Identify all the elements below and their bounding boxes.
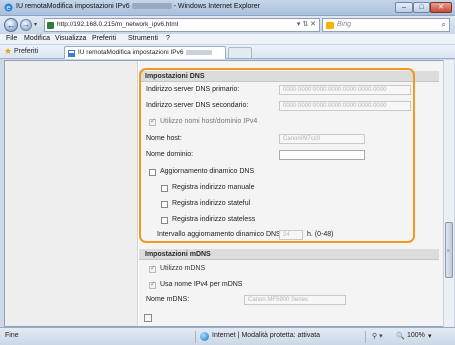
page-icon	[47, 22, 54, 29]
dns-primary-input[interactable]: 0000:0000:0000:0000:0000:0000:0000	[279, 85, 411, 95]
use-ipv4-mdns-label: Usa nome IPv4 per mDNS	[160, 281, 243, 288]
register-manual-label: Registra indirizzo manuale	[172, 184, 255, 191]
use-mdns-label: Utilizzo mDNS	[160, 265, 206, 272]
dns-secondary-input[interactable]: 0000:0000:0000:0000:0000:0000:0000	[279, 101, 411, 111]
status-text: Fine	[5, 332, 19, 339]
menu-help[interactable]: ?	[166, 35, 170, 42]
use-ipv4-host-label: Utilizzo nomi host/dominio IPv4	[160, 118, 258, 125]
menu-strumenti[interactable]: Strumenti	[128, 35, 158, 42]
redacted-block	[131, 3, 172, 10]
register-stateful-checkbox[interactable]	[161, 201, 168, 208]
close-button[interactable]: ✕	[430, 2, 452, 13]
mdns-name-label: Nome mDNS:	[146, 296, 190, 303]
status-bar: Fine Internet | Modalità protetta: attiv…	[0, 327, 455, 345]
register-stateless-checkbox[interactable]	[161, 217, 168, 224]
use-ipv4-host-checkbox[interactable]	[149, 117, 156, 126]
domain-name-label: Nome dominio:	[146, 151, 194, 158]
menu-preferiti[interactable]: Preferiti	[92, 35, 116, 42]
menu-visualizza[interactable]: Visualizza	[55, 35, 86, 42]
internet-zone-icon	[200, 332, 209, 341]
history-dropdown-icon[interactable]: ▾	[34, 21, 37, 28]
page-content: Impostazioni DNS Indirizzo server DNS pr…	[4, 60, 444, 327]
favorites-bar: ★ Preferiti IU remotaModifica impostazio…	[0, 45, 455, 59]
status-separator	[195, 331, 196, 343]
menu-modifica[interactable]: Modifica	[24, 35, 50, 42]
zoom-level[interactable]: 100%	[407, 332, 425, 339]
svg-text:e: e	[6, 4, 10, 12]
address-row: ← → ▾ http://192.168.0.215/m_network_ipv…	[0, 16, 455, 34]
menu-bar: File Modifica Visualizza Preferiti Strum…	[0, 34, 455, 45]
search-icon[interactable]: ⌕	[442, 20, 446, 30]
favorites-star-icon[interactable]: ★	[4, 46, 12, 57]
dns-interval-input[interactable]: 24	[279, 230, 303, 240]
address-url[interactable]: http://192.168.0.215/m_network_ipv6.html	[57, 21, 178, 28]
search-placeholder[interactable]: Bing	[337, 21, 351, 28]
title-bar: e IU remotaModifica impostazioni IPv6- W…	[0, 0, 455, 16]
dns-interval-unit: h. (0-48)	[307, 231, 334, 238]
menu-file[interactable]: File	[6, 35, 17, 42]
dns-section-header: Impostazioni DNS	[139, 71, 439, 82]
host-name-input[interactable]: Canon097cc0	[279, 134, 365, 144]
search-box[interactable]: Bing ⌕	[322, 18, 450, 32]
ie-favicon-icon: e	[4, 3, 13, 12]
page-top-icon[interactable]	[144, 314, 152, 322]
dynamic-dns-label: Aggiornamento dinamico DNS	[160, 168, 255, 175]
use-mdns-checkbox[interactable]	[149, 264, 156, 273]
register-stateful-label: Registra indirizzo stateful	[172, 200, 251, 207]
register-manual-checkbox[interactable]	[161, 185, 168, 192]
tab-current[interactable]: IU remotaModifica impostazioni IPv6	[64, 46, 226, 59]
address-tools-icon[interactable]: ▾ ⇅ ✕	[297, 20, 316, 28]
redacted-block	[185, 49, 212, 55]
back-button[interactable]: ←	[4, 18, 18, 32]
scrollbar-grip-icon: ≡	[447, 248, 450, 254]
dns-interval-label: Intervallo aggiornamento dinamico DNS:	[157, 231, 283, 238]
dns-secondary-label: Indirizzo server DNS secondario:	[146, 102, 249, 109]
minimize-button[interactable]: –	[395, 2, 413, 13]
left-navigation-pane	[5, 61, 138, 326]
address-bar[interactable]: http://192.168.0.215/m_network_ipv6.html…	[44, 18, 320, 32]
tab-favicon-icon	[68, 50, 75, 57]
dns-primary-label: Indirizzo server DNS primario:	[146, 86, 240, 93]
register-stateless-label: Registra indirizzo stateless	[172, 216, 256, 223]
new-tab-button[interactable]	[228, 47, 252, 58]
zoom-icon[interactable]: 🔍	[396, 332, 405, 340]
favorites-button[interactable]: Preferiti	[14, 48, 38, 55]
maximize-button[interactable]: □	[413, 2, 430, 13]
dynamic-dns-checkbox[interactable]	[149, 169, 156, 176]
zoom-dropdown-icon[interactable]: ▾	[428, 332, 432, 340]
vertical-scrollbar[interactable]: ≡	[443, 60, 454, 327]
tab-label: IU remotaModifica impostazioni IPv6	[78, 49, 212, 56]
use-ipv4-mdns-checkbox[interactable]	[149, 280, 156, 289]
domain-name-input[interactable]	[279, 150, 365, 160]
host-name-label: Nome host:	[146, 135, 182, 142]
protected-mode-icon[interactable]: ⚲ ▾	[372, 332, 383, 340]
bing-icon	[326, 22, 334, 29]
window-title: IU remotaModifica impostazioni IPv6- Win…	[16, 3, 260, 10]
security-zone-text[interactable]: Internet | Modalità protetta: attivata	[212, 332, 320, 339]
settings-pane: Impostazioni DNS Indirizzo server DNS pr…	[139, 61, 443, 326]
mdns-section-header: Impostazioni mDNS	[139, 249, 439, 260]
mdns-name-input[interactable]: Canon MF5900 Series	[244, 295, 346, 305]
forward-button[interactable]: →	[20, 19, 32, 31]
scrollbar-thumb[interactable]: ≡	[445, 222, 453, 278]
status-separator	[365, 331, 366, 343]
